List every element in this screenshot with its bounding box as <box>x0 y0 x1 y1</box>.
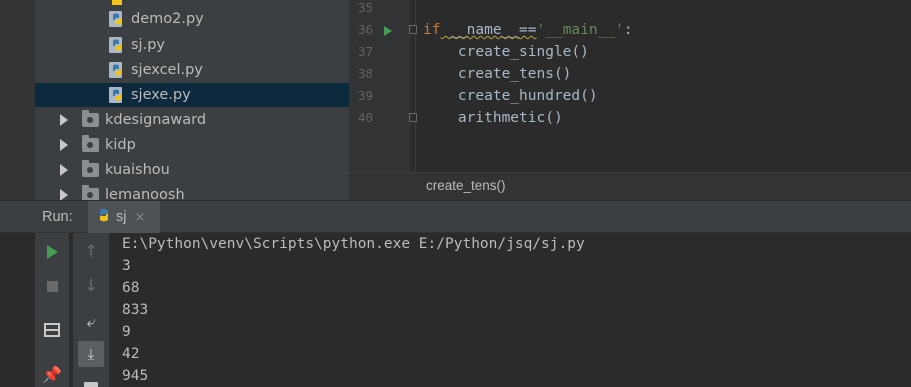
run-toolbar-secondary: ↑ ↓ ⤶ ⤓ <box>73 233 109 387</box>
layout-icon <box>44 323 60 337</box>
project-tree: demo2.py sj.py sjexcel.py sjexe.py kdesi… <box>0 0 349 200</box>
code-line: create_tens() <box>423 66 572 82</box>
code-line: create_single() <box>423 44 589 60</box>
code-line: arithmetic() <box>423 110 563 126</box>
console-line: 833 <box>122 302 149 318</box>
stop-icon <box>46 280 58 292</box>
code-line: create_hundred() <box>423 88 598 104</box>
console-line: 3 <box>122 258 131 274</box>
line-number: 36 <box>357 22 373 37</box>
tree-file-sjexcel[interactable]: sjexcel.py <box>108 58 203 82</box>
tree-folder-label: kuaishou <box>105 162 170 178</box>
python-file-icon <box>108 36 126 54</box>
pin-tab-button[interactable]: 📌 <box>39 361 65 387</box>
tree-folder-kidp[interactable]: kidp <box>60 133 136 157</box>
code-editor[interactable]: 35 36 37 38 39 40 if __name__=='__main__… <box>349 0 911 172</box>
tree-file-label: sjexe.py <box>131 87 191 103</box>
run-console[interactable]: 📌 ↑ ↓ ⤶ ⤓ E:\Python\venv\Scripts\python.… <box>0 233 911 387</box>
breadcrumb-label[interactable]: create_tens() <box>426 178 506 193</box>
soft-wrap-button[interactable]: ⤶ <box>78 309 104 335</box>
pin-icon: 📌 <box>42 364 62 384</box>
console-line: E:\Python\venv\Scripts\python.exe E:/Pyt… <box>122 236 585 252</box>
chevron-right-icon[interactable] <box>60 139 68 151</box>
previous-occurrence-button[interactable]: ↑ <box>78 239 104 265</box>
run-tool-window-header: Run: sj × <box>0 200 911 233</box>
chevron-right-icon[interactable] <box>60 164 68 176</box>
tree-folder-lemanoosh[interactable]: lemanoosh <box>60 183 185 200</box>
folder-icon <box>82 110 99 127</box>
stop-button[interactable] <box>39 273 65 299</box>
folder-icon <box>82 160 99 177</box>
code-line: if __name__=='__main__': <box>423 19 633 41</box>
print-icon <box>84 382 98 387</box>
run-gutter-icon[interactable] <box>384 26 392 36</box>
code-keyword: if <box>423 22 441 38</box>
tree-file-label: sjexcel.py <box>131 62 203 78</box>
code-operator: == <box>519 22 537 38</box>
fold-marker-icon[interactable] <box>409 113 417 122</box>
print-button[interactable] <box>78 373 104 387</box>
python-file-icon <box>108 10 126 28</box>
arrow-down-icon: ↓ <box>83 276 99 296</box>
chevron-right-icon[interactable] <box>60 189 68 200</box>
arrow-up-icon: ↑ <box>83 242 99 262</box>
tree-folder-label: lemanoosh <box>105 187 185 200</box>
tree-file-label: demo2.py <box>131 11 204 27</box>
folder-icon <box>82 135 99 152</box>
code-string: '__main__' <box>536 22 624 38</box>
console-line: 9 <box>122 324 131 340</box>
fold-marker-icon[interactable] <box>409 25 417 34</box>
project-tree-gutter <box>0 0 35 200</box>
run-tab-label: sj <box>116 209 127 225</box>
console-line: 68 <box>122 280 140 296</box>
line-number: 37 <box>357 44 373 59</box>
tree-file-sj[interactable]: sj.py <box>108 33 165 57</box>
scroll-to-end-button[interactable]: ⤓ <box>78 341 104 367</box>
restore-layout-button[interactable] <box>39 317 65 343</box>
tree-folder-kdesignaward[interactable]: kdesignaward <box>60 108 206 132</box>
rerun-button[interactable] <box>39 239 65 265</box>
console-line: 42 <box>122 346 140 362</box>
run-icon <box>46 245 58 259</box>
tree-file-label: sj.py <box>131 37 165 53</box>
console-line: 945 <box>122 368 149 384</box>
tree-file-sjexe[interactable]: sjexe.py <box>108 83 191 107</box>
python-file-icon <box>108 86 126 104</box>
close-icon[interactable]: × <box>134 210 145 225</box>
tree-folder-label: kidp <box>105 137 136 153</box>
run-toolbar-primary: 📌 <box>35 233 69 387</box>
line-number: 39 <box>357 88 373 103</box>
tree-file-demo2[interactable]: demo2.py <box>108 7 204 31</box>
tree-folder-label: kdesignaward <box>105 112 207 128</box>
code-dunder-name: __name__ <box>440 22 520 38</box>
soft-wrap-icon: ⤶ <box>86 312 96 331</box>
code-colon: : <box>623 22 633 38</box>
tree-folder-kuaishou[interactable]: kuaishou <box>60 158 170 182</box>
python-file-icon <box>96 207 112 227</box>
python-file-icon <box>108 0 126 7</box>
python-file-icon <box>108 61 126 79</box>
scroll-to-end-icon: ⤓ <box>87 345 95 363</box>
tree-selection-highlight <box>35 83 349 107</box>
line-number: 35 <box>357 0 373 15</box>
line-number: 38 <box>357 66 373 81</box>
line-number: 40 <box>357 110 373 125</box>
chevron-right-icon[interactable] <box>60 114 68 126</box>
folder-icon <box>82 185 99 200</box>
run-tab-sj[interactable]: sj × <box>88 201 160 233</box>
editor-breadcrumb[interactable]: create_tens() <box>349 172 911 200</box>
next-occurrence-button[interactable]: ↓ <box>78 273 104 299</box>
run-label: Run: <box>42 209 73 225</box>
